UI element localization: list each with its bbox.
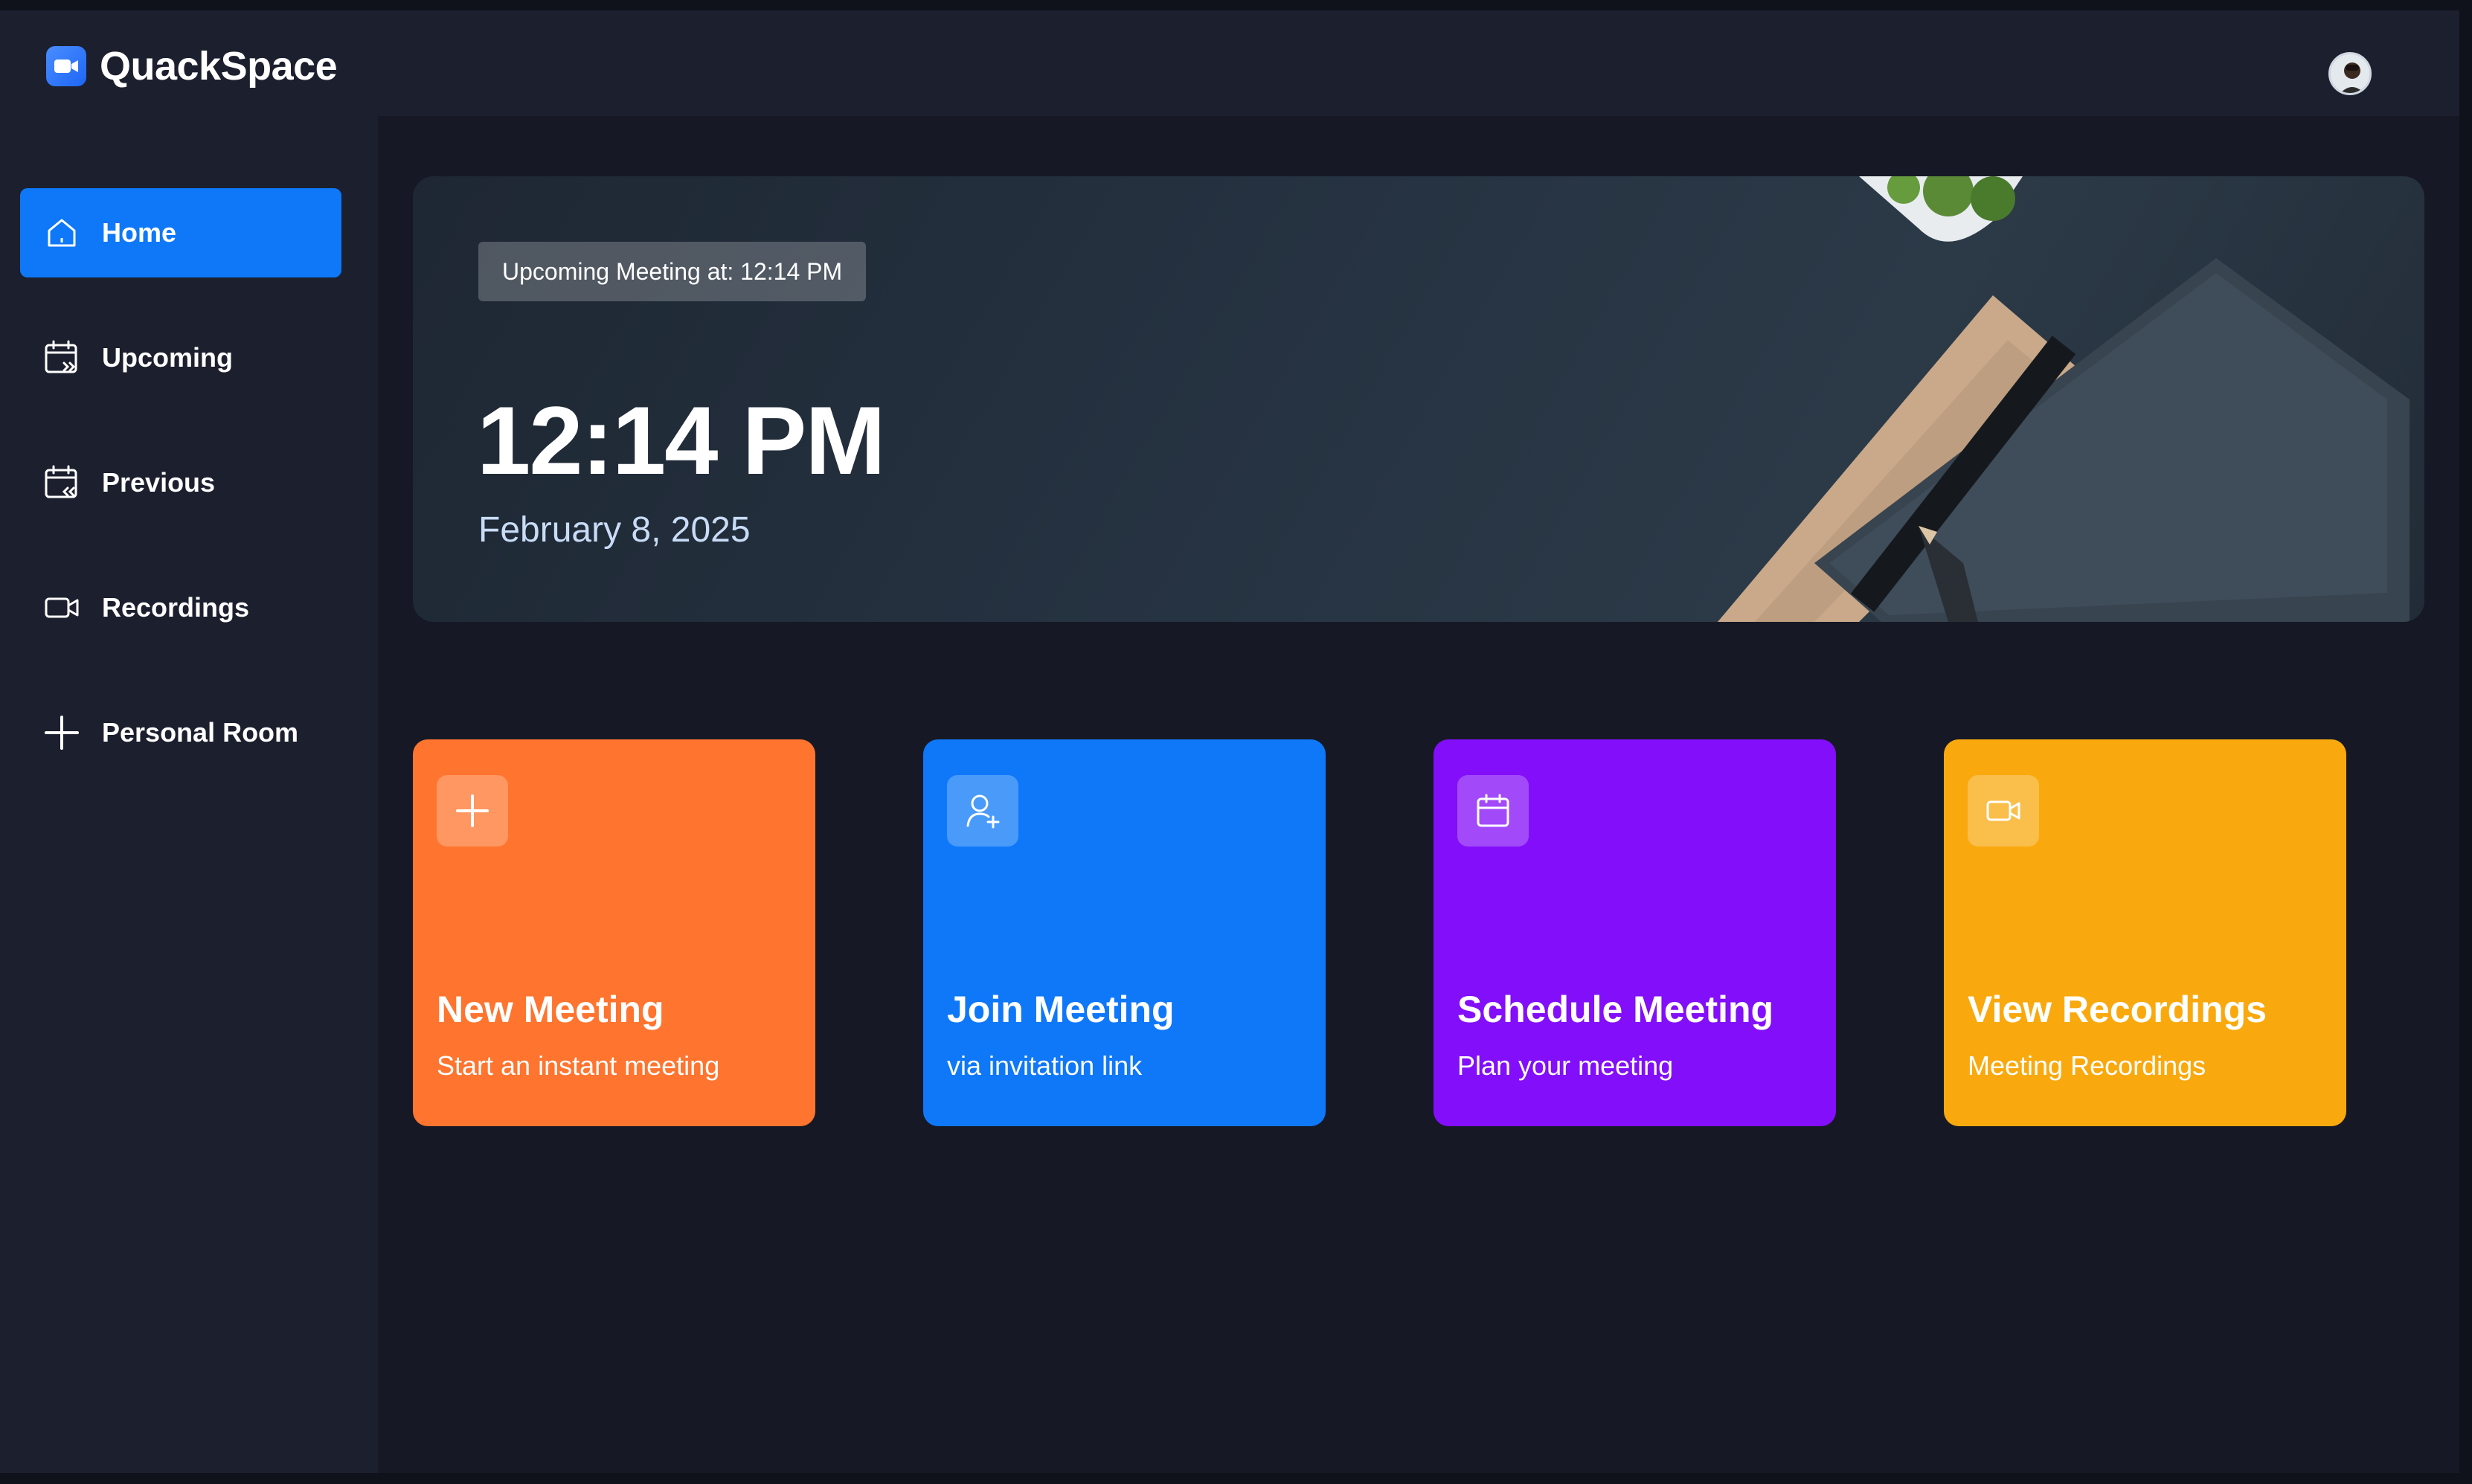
current-date: February 8, 2025 [478, 510, 751, 550]
sidebar-item-upcoming[interactable]: Upcoming [20, 313, 341, 402]
sidebar-item-label: Previous [102, 467, 216, 498]
card-subtitle: via invitation link [947, 1050, 1143, 1081]
sidebar-item-personal-room[interactable]: Personal Room [20, 688, 341, 777]
user-add-icon [947, 775, 1018, 847]
video-icon [1968, 775, 2039, 847]
calendar-back-icon [42, 463, 81, 502]
sidebar-item-recordings[interactable]: Recordings [20, 563, 341, 652]
sidebar-item-label: Personal Room [102, 717, 299, 748]
calendar-forward-icon [42, 338, 81, 377]
sidebar: Home Upcoming Previous Recordings Person… [0, 116, 378, 1473]
app-name: QuackSpace [100, 44, 338, 89]
join-meeting-card[interactable]: Join Meeting via invitation link [923, 739, 1326, 1126]
main-content: Upcoming Meeting at: 12:14 PM 12:14 PM F… [378, 116, 2459, 1473]
desk-illustration [1718, 176, 2410, 622]
sidebar-item-previous[interactable]: Previous [20, 438, 341, 527]
top-navbar: QuackSpace [0, 10, 2459, 116]
video-icon [42, 588, 81, 627]
calendar-icon [1457, 775, 1529, 847]
sidebar-item-home[interactable]: Home [20, 188, 341, 277]
video-camera-logo-icon [46, 46, 86, 86]
view-recordings-card[interactable]: View Recordings Meeting Recordings [1944, 739, 2346, 1126]
home-icon [42, 213, 81, 252]
plus-icon [42, 713, 81, 752]
current-time: 12:14 PM [477, 386, 886, 495]
card-title: View Recordings [1968, 989, 2267, 1030]
app-logo[interactable]: QuackSpace [46, 40, 338, 92]
upcoming-meeting-badge: Upcoming Meeting at: 12:14 PM [478, 242, 867, 301]
card-title: Join Meeting [947, 989, 1175, 1030]
app-window: QuackSpace Home Upcoming Previous Record… [0, 10, 2459, 1473]
card-subtitle: Plan your meeting [1457, 1050, 1674, 1081]
schedule-meeting-card[interactable]: Schedule Meeting Plan your meeting [1434, 739, 1836, 1126]
user-avatar[interactable] [2328, 52, 2372, 95]
card-title: New Meeting [437, 989, 664, 1030]
new-meeting-card[interactable]: New Meeting Start an instant meeting [413, 739, 815, 1126]
card-title: Schedule Meeting [1457, 989, 1774, 1030]
plus-icon [437, 775, 508, 847]
sidebar-item-label: Upcoming [102, 342, 233, 373]
sidebar-item-label: Home [102, 217, 177, 248]
sidebar-item-label: Recordings [102, 592, 250, 623]
card-subtitle: Meeting Recordings [1968, 1050, 2206, 1081]
hero-banner: Upcoming Meeting at: 12:14 PM 12:14 PM F… [413, 176, 2424, 622]
card-subtitle: Start an instant meeting [437, 1050, 720, 1081]
